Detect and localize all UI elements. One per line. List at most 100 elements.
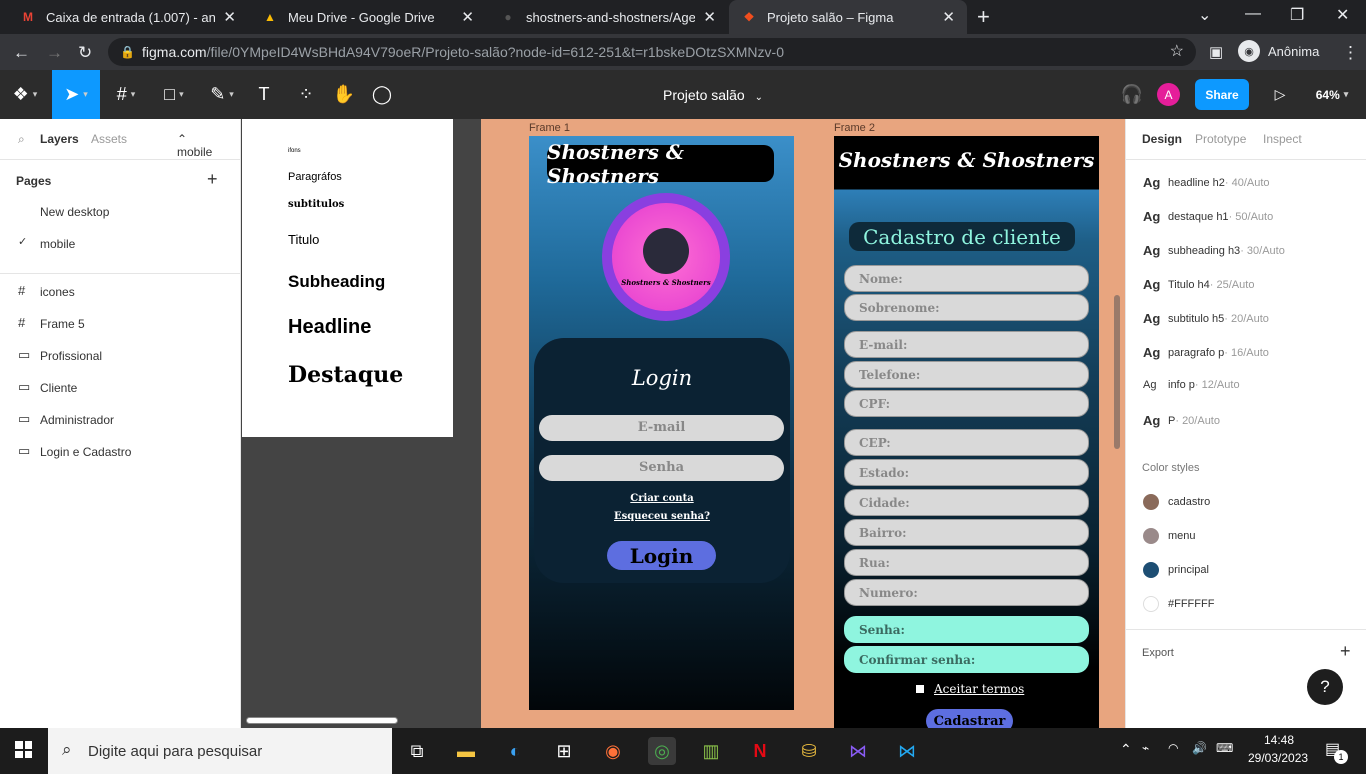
tab-drive[interactable]: ▲ Meu Drive - Google Drive ✕ (250, 0, 486, 34)
terms-checkbox[interactable]: Aceitar termos (916, 682, 1024, 696)
create-account-link[interactable]: Criar conta (534, 493, 790, 504)
close-icon[interactable]: ✕ (461, 8, 474, 26)
visual-studio-icon[interactable]: ⋈ (844, 737, 872, 765)
tab-prototype[interactable]: Prototype (1195, 132, 1246, 146)
text-style-item[interactable]: Ag subheading h3 · 30/Auto (1143, 243, 1285, 258)
password-field[interactable]: Senha: (844, 616, 1089, 643)
cep-field[interactable]: CEP: (844, 429, 1089, 456)
clock-time[interactable]: 14:48 (1264, 733, 1294, 747)
page-item[interactable]: New desktop (0, 196, 241, 228)
layer-item[interactable]: # icones (0, 276, 241, 308)
canvas[interactable]: ifons Paragráfos subtitulos Titulo Subhe… (241, 119, 1125, 728)
tab-github[interactable]: ●shostners-and-shostners/Agenda✕ (488, 0, 728, 34)
layer-item[interactable]: ▭ Profissional (0, 340, 241, 372)
clock-date[interactable]: 29/03/2023 (1248, 751, 1308, 765)
frame-register[interactable]: Shostners & Shostners Cadastro de client… (834, 136, 1099, 728)
tab-inspect[interactable]: Inspect (1263, 132, 1302, 146)
text-style-item[interactable]: Ag Titulo h4 · 25/Auto (1143, 277, 1254, 292)
app-icon[interactable]: ▥ (697, 737, 725, 765)
back-icon[interactable]: ← (13, 43, 30, 63)
tab-design[interactable]: Design (1142, 132, 1182, 146)
help-button[interactable]: ? (1307, 669, 1343, 705)
page-item-active[interactable]: ✓ mobile (0, 228, 241, 260)
color-style-item[interactable]: #FFFFFF (1143, 596, 1214, 612)
move-tool-icon[interactable]: ➤ ▾ (52, 70, 100, 119)
maximize-button[interactable]: ❐ (1290, 5, 1304, 25)
layer-item[interactable]: ▭ Cliente (0, 372, 241, 404)
name-field[interactable]: Nome: (844, 265, 1089, 292)
frame-label[interactable]: Frame 1 (529, 122, 570, 134)
add-page-icon[interactable]: + (207, 169, 218, 190)
text-style-item[interactable]: Ag info p · 12/Auto (1143, 379, 1240, 391)
password-field[interactable]: Senha (539, 455, 784, 481)
frame-label[interactable]: Frame 2 (834, 122, 875, 134)
comment-icon[interactable]: ◯ (366, 70, 398, 119)
district-field[interactable]: Bairro: (844, 519, 1089, 546)
color-style-item[interactable]: cadastro (1143, 494, 1210, 510)
tab-assets[interactable]: Assets (91, 132, 127, 146)
chevron-down-icon[interactable]: ⌄ (1198, 5, 1211, 25)
close-icon[interactable]: ✕ (223, 8, 236, 26)
forgot-password-link[interactable]: Esqueceu senha? (534, 511, 790, 522)
menu-icon[interactable]: ⋮ (1342, 43, 1359, 63)
network-icon[interactable]: ⌁ (1142, 741, 1149, 755)
resources-icon[interactable]: ⁘ (290, 70, 322, 119)
text-style-item[interactable]: Ag paragrafo p · 16/Auto (1143, 345, 1269, 360)
zoom-dropdown[interactable]: 64% ▾ (1308, 70, 1356, 119)
shape-tool-icon[interactable]: □ ▾ (152, 70, 196, 119)
vertical-scrollbar[interactable] (1114, 295, 1120, 449)
figma-menu-icon[interactable]: ❖ ▾ (0, 70, 50, 119)
tab-layers[interactable]: Layers (40, 132, 79, 146)
play-icon[interactable]: ▷ (1266, 70, 1294, 119)
login-button[interactable]: Login (607, 541, 716, 570)
city-field[interactable]: Cidade: (844, 489, 1089, 516)
layer-item[interactable]: # Frame 5 (0, 308, 241, 340)
surname-field[interactable]: Sobrenome: (844, 294, 1089, 321)
star-icon[interactable]: ☆ (1170, 38, 1184, 66)
search-icon[interactable]: ⌕ (18, 132, 25, 147)
tab-figma[interactable]: ❖ Projeto salão – Figma ✕ (729, 0, 967, 34)
color-style-item[interactable]: principal (1143, 562, 1209, 578)
task-view-icon[interactable]: ⧉ (403, 737, 431, 765)
sidebar-icon[interactable]: ▣ (1209, 43, 1223, 61)
street-field[interactable]: Rua: (844, 549, 1089, 576)
vscode-icon[interactable]: ⋈ (893, 737, 921, 765)
tab-gmail[interactable]: MCaixa de entrada (1.007) - antoni✕ (8, 0, 248, 34)
pen-tool-icon[interactable]: ✎ ▾ (200, 70, 244, 119)
register-button[interactable]: Cadastrar (926, 709, 1013, 728)
reload-icon[interactable]: ↻ (78, 43, 92, 63)
profile-button[interactable]: ◉ Anônima (1238, 40, 1319, 62)
typography-frame[interactable]: ifons Paragráfos subtitulos Titulo Subhe… (242, 119, 453, 437)
text-tool-icon[interactable]: T (248, 70, 280, 119)
layer-item[interactable]: ▭ Administrador (0, 404, 241, 436)
email-field[interactable]: E-mail: (844, 331, 1089, 358)
confirm-password-field[interactable]: Confirmar senha: (844, 646, 1089, 673)
close-window-button[interactable]: ✕ (1336, 5, 1349, 25)
store-icon[interactable]: ⊞ (550, 737, 578, 765)
cpf-field[interactable]: CPF: (844, 390, 1089, 417)
text-style-item[interactable]: Ag headline h2 · 40/Auto (1143, 175, 1270, 190)
horizontal-scrollbar[interactable] (246, 717, 398, 724)
text-style-item[interactable]: Ag destaque h1 · 50/Auto (1143, 209, 1273, 224)
frame-login[interactable]: Shostners & Shostners Shostners & Shostn… (529, 136, 794, 710)
volume-icon[interactable]: 🔊 (1192, 741, 1207, 755)
number-field[interactable]: Numero: (844, 579, 1089, 606)
text-style-item[interactable]: Ag subtitulo h5 · 20/Auto (1143, 311, 1269, 326)
forward-icon[interactable]: → (46, 43, 63, 63)
minimize-button[interactable]: — (1245, 5, 1261, 23)
headphones-icon[interactable]: 🎧 (1118, 70, 1146, 119)
page-selector[interactable]: mobile ⌃ (177, 132, 212, 159)
chevron-up-icon[interactable]: ⌃ (1120, 741, 1132, 758)
database-icon[interactable]: ⛁ (795, 737, 823, 765)
frame-tool-icon[interactable]: # ▾ (104, 70, 148, 119)
file-explorer-icon[interactable]: ▬ (452, 737, 480, 765)
text-style-item[interactable]: Ag P · 20/Auto (1143, 413, 1220, 428)
url-field[interactable]: 🔒 figma.com/file/0YMpeID4WsBHdA94V79oeR/… (108, 38, 1196, 66)
new-tab-button[interactable]: + (977, 4, 990, 30)
state-field[interactable]: Estado: (844, 459, 1089, 486)
add-export-icon[interactable]: + (1340, 641, 1351, 662)
file-title[interactable]: Projeto salão ⌄ (663, 87, 763, 103)
close-icon[interactable]: ✕ (703, 8, 716, 26)
keyboard-icon[interactable]: ⌨ (1216, 741, 1233, 755)
edge-icon[interactable]: ◐ (501, 737, 529, 765)
